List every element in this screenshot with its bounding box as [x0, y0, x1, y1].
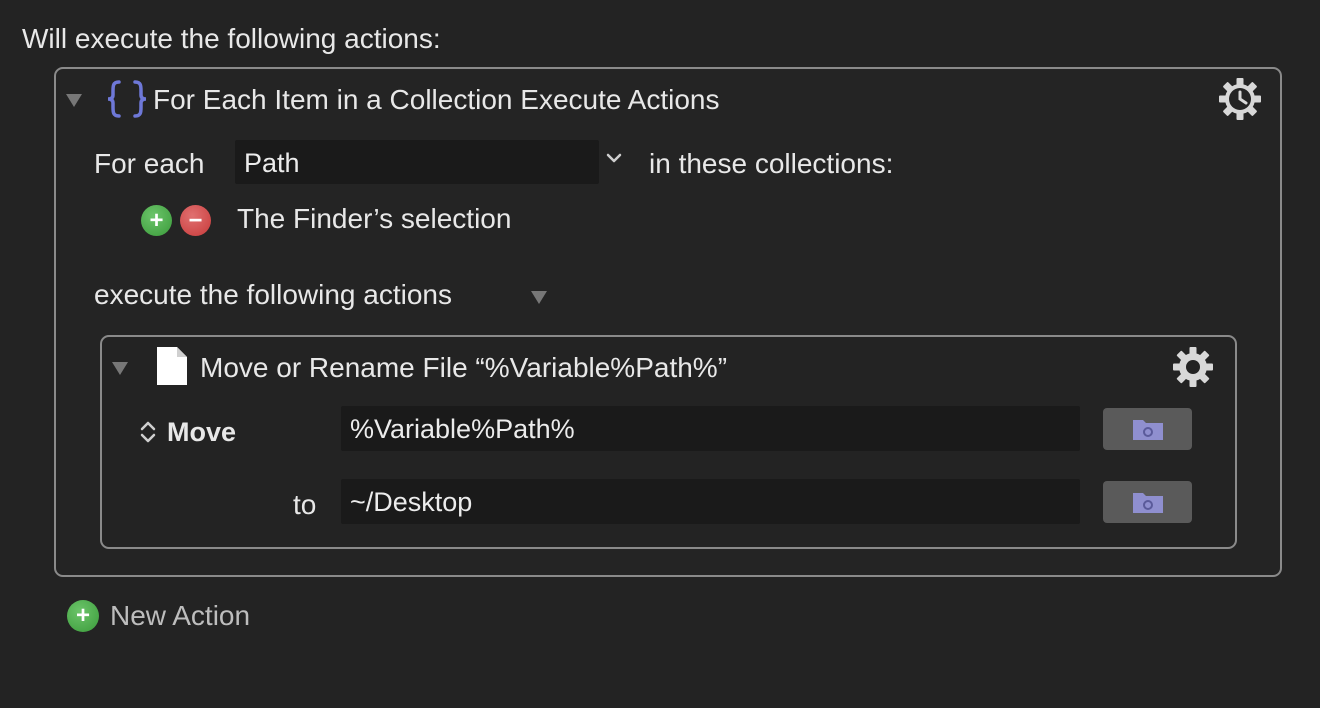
execute-disclosure-icon[interactable]	[531, 291, 547, 304]
operation-popup[interactable]: Move	[137, 418, 236, 446]
minus-icon: −	[188, 206, 203, 234]
folder-icon	[1132, 493, 1163, 513]
collapse-disclosure-icon[interactable]	[112, 362, 128, 375]
variable-name-field[interactable]: Path	[235, 140, 599, 184]
move-rename-action-title: Move or Rename File “%Variable%Path%”	[200, 352, 728, 383]
destination-path-field[interactable]: ~/Desktop	[341, 479, 1080, 524]
for-each-action-title: For Each Item in a Collection Execute Ac…	[153, 84, 720, 115]
execute-actions-label: execute the following actions	[94, 279, 452, 310]
collapse-disclosure-icon[interactable]	[66, 94, 82, 107]
collection-item: The Finder’s selection	[237, 203, 512, 234]
to-label: to	[293, 489, 317, 520]
choose-destination-button[interactable]	[1103, 481, 1192, 523]
plus-icon: +	[149, 206, 164, 234]
gear-icon[interactable]	[1170, 344, 1216, 395]
source-path-field[interactable]: %Variable%Path%	[341, 406, 1080, 451]
document-icon	[155, 345, 189, 392]
choose-source-button[interactable]	[1103, 408, 1192, 450]
chevron-down-icon[interactable]	[605, 152, 623, 171]
up-down-chevron-icon	[140, 421, 156, 443]
folder-icon	[1132, 420, 1163, 440]
plus-icon: +	[67, 600, 99, 632]
in-collections-label: in these collections:	[649, 148, 894, 179]
remove-collection-button[interactable]: −	[180, 205, 211, 236]
page-heading: Will execute the following actions:	[22, 23, 441, 54]
new-action-label: New Action	[110, 600, 251, 631]
curly-braces-icon	[105, 78, 149, 125]
action-gear-clock-icon[interactable]	[1216, 76, 1264, 127]
for-each-label: For each	[94, 148, 205, 179]
add-collection-button[interactable]: +	[141, 205, 172, 236]
new-action-button[interactable]: + New Action	[67, 600, 250, 632]
operation-value: Move	[167, 416, 237, 447]
